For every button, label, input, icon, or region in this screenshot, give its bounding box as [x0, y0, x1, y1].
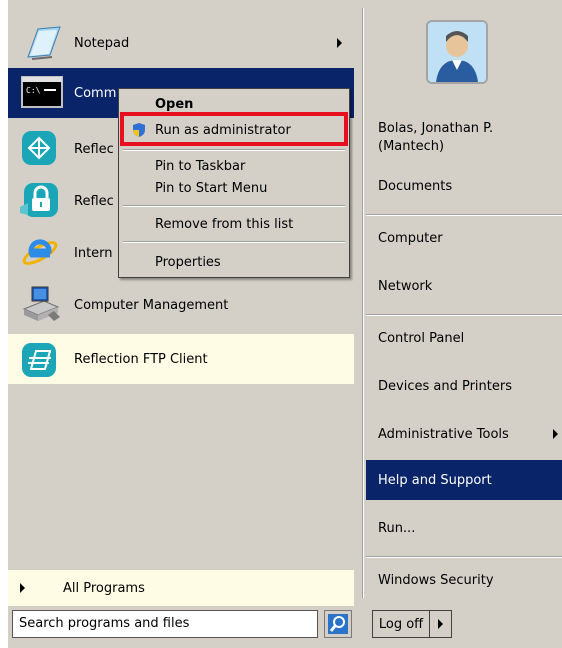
reflection-ftp-icon	[20, 339, 68, 379]
separator	[366, 314, 562, 316]
place-control-panel[interactable]: Control Panel	[366, 318, 562, 358]
annotation-highlight-box	[120, 112, 348, 146]
user-name[interactable]: Bolas, Jonathan P. (Mantech)	[378, 120, 493, 156]
shutdown-options-button[interactable]	[430, 610, 452, 638]
menu-separator	[123, 149, 345, 151]
program-label: Intern	[74, 245, 113, 261]
menu-separator	[123, 241, 345, 243]
user-avatar[interactable]	[426, 20, 488, 84]
search-button[interactable]	[324, 610, 352, 638]
program-label: Comm	[74, 85, 117, 101]
program-label: Reflection FTP Client	[74, 351, 208, 367]
place-windows-security[interactable]: Windows Security	[366, 560, 562, 600]
program-label: Reflec	[74, 141, 114, 157]
program-reflection-ftp-client[interactable]: Reflection FTP Client	[8, 334, 354, 384]
place-help-and-support[interactable]: Help and Support	[366, 460, 562, 500]
start-menu: Notepad C:\ Comm Reflec Reflec Intern Co…	[8, 0, 562, 648]
program-label: Notepad	[74, 35, 130, 51]
user-name-line2: (Mantech)	[378, 139, 445, 154]
program-label: Reflec	[74, 193, 114, 209]
user-avatar-icon	[428, 22, 486, 82]
place-administrative-tools[interactable]: Administrative Tools	[366, 414, 562, 454]
log-off-button[interactable]: Log off	[372, 610, 430, 638]
search-icon	[328, 614, 348, 634]
menu-item-pin-to-start-menu[interactable]: Pin to Start Menu	[121, 177, 347, 199]
place-run[interactable]: Run...	[366, 508, 562, 548]
search-input[interactable]: Search programs and files	[12, 610, 318, 638]
menu-item-properties[interactable]: Properties	[121, 251, 347, 273]
reflection-lock-icon	[20, 181, 68, 221]
program-notepad[interactable]: Notepad	[8, 18, 354, 68]
menu-item-remove-from-list[interactable]: Remove from this list	[121, 213, 347, 235]
svg-text:C:\: C:\	[26, 86, 41, 95]
program-label: Computer Management	[74, 297, 229, 313]
place-documents[interactable]: Documents	[366, 166, 562, 206]
place-computer[interactable]: Computer	[366, 218, 562, 258]
program-computer-management[interactable]: Computer Management	[8, 280, 354, 330]
separator	[366, 556, 562, 558]
submenu-arrow-icon	[553, 429, 558, 439]
menu-separator	[123, 205, 345, 207]
separator	[366, 214, 562, 216]
computer-management-icon	[20, 285, 68, 325]
all-programs-button[interactable]: All Programs	[8, 570, 354, 606]
place-devices-and-printers[interactable]: Devices and Printers	[366, 366, 562, 406]
user-name-line1: Bolas, Jonathan P.	[378, 121, 494, 136]
all-programs-label: All Programs	[63, 580, 145, 596]
notepad-icon	[20, 23, 68, 63]
command-prompt-icon: C:\	[20, 73, 68, 113]
menu-item-pin-to-taskbar[interactable]: Pin to Taskbar	[121, 155, 347, 177]
place-label: Administrative Tools	[378, 426, 509, 442]
place-network[interactable]: Network	[366, 266, 562, 306]
reflection-icon	[20, 129, 68, 169]
submenu-arrow-icon	[337, 38, 342, 48]
chevron-right-icon	[438, 619, 443, 629]
expand-arrow-icon	[20, 583, 25, 593]
places-pane: Bolas, Jonathan P. (Mantech) Documents C…	[364, 8, 562, 598]
internet-explorer-icon	[20, 233, 68, 273]
